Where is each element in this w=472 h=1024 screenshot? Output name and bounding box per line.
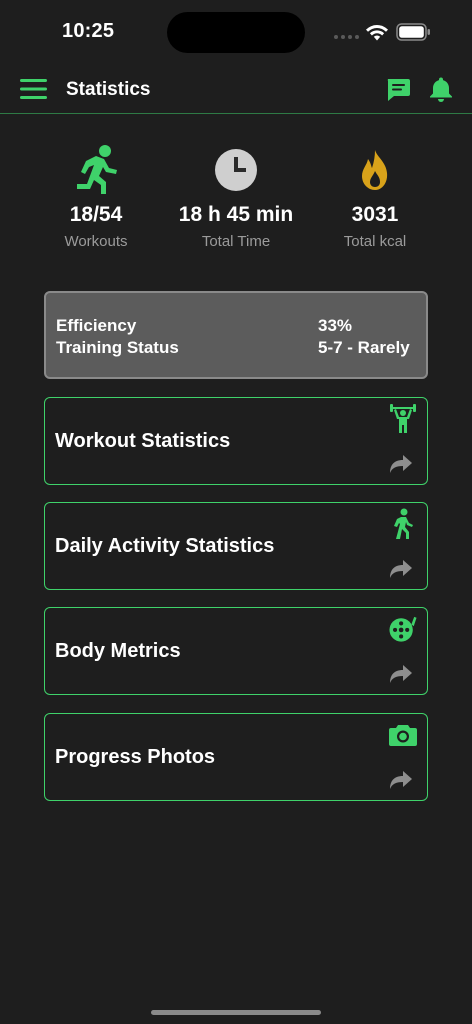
stat-workouts: 18/54 Workouts [26, 140, 166, 250]
efficiency-value: 33% [318, 316, 353, 335]
card-icon-wrapper [389, 508, 417, 539]
status-bar: 10:25 [0, 0, 472, 64]
share-arrow-icon[interactable] [389, 454, 413, 474]
daily-activity-statistics-card[interactable]: Daily Activity Statistics [44, 502, 428, 590]
running-icon [77, 145, 117, 194]
total-kcal-value: 3031 [351, 203, 399, 226]
dynamic-island [167, 12, 305, 53]
flame-icon [362, 150, 388, 190]
efficiency-label: Efficiency [56, 316, 137, 335]
summary-stats: 18/54 Workouts 18 h 45 min Total Time 30… [0, 140, 472, 260]
clock-icon [215, 149, 257, 191]
stat-total-kcal: 3031 Total kcal [305, 140, 445, 250]
wifi-icon [366, 25, 388, 41]
efficiency-card: Efficiency 33% Training Status 5-7 - Rar… [44, 291, 428, 379]
total-kcal-label: Total kcal [343, 233, 407, 250]
camera-icon [389, 725, 417, 746]
share-arrow-icon[interactable] [389, 664, 413, 684]
total-time-value: 18 h 45 min [178, 203, 294, 226]
card-title: Body Metrics [55, 640, 181, 662]
share-arrow-icon[interactable] [389, 559, 413, 579]
card-title: Workout Statistics [55, 430, 231, 452]
training-status-label: Training Status [56, 338, 179, 357]
statistics-screen: 10:25 Statistics 18/54 Workouts 18 h 45 … [0, 0, 472, 1024]
card-icon-wrapper [389, 404, 417, 434]
card-icon-wrapper [389, 720, 417, 750]
card-title: Progress Photos [55, 746, 216, 768]
weightlifter-icon [390, 404, 416, 433]
measuring-tape-icon [389, 616, 417, 642]
card-title: Daily Activity Statistics [55, 535, 275, 557]
hamburger-menu-icon[interactable] [20, 78, 47, 100]
status-time: 10:25 [62, 20, 115, 42]
workouts-value: 18/54 [69, 203, 123, 226]
home-indicator[interactable] [151, 1010, 321, 1015]
walking-icon [394, 508, 413, 539]
battery-icon [396, 23, 430, 41]
share-arrow-icon[interactable] [389, 770, 413, 790]
total-time-label: Total Time [201, 233, 271, 250]
app-header: Statistics [0, 64, 472, 114]
card-icon-wrapper [389, 614, 417, 644]
workout-statistics-card[interactable]: Workout Statistics [44, 397, 428, 485]
bell-icon[interactable] [428, 76, 454, 102]
chat-icon[interactable] [385, 77, 411, 103]
training-status-value: 5-7 - Rarely [318, 338, 410, 357]
body-metrics-card[interactable]: Body Metrics [44, 607, 428, 695]
page-title: Statistics [66, 79, 151, 100]
workouts-label: Workouts [64, 233, 128, 250]
stat-total-time: 18 h 45 min Total Time [166, 140, 306, 250]
progress-photos-card[interactable]: Progress Photos [44, 713, 428, 801]
cellular-signal-icon [334, 35, 359, 39]
